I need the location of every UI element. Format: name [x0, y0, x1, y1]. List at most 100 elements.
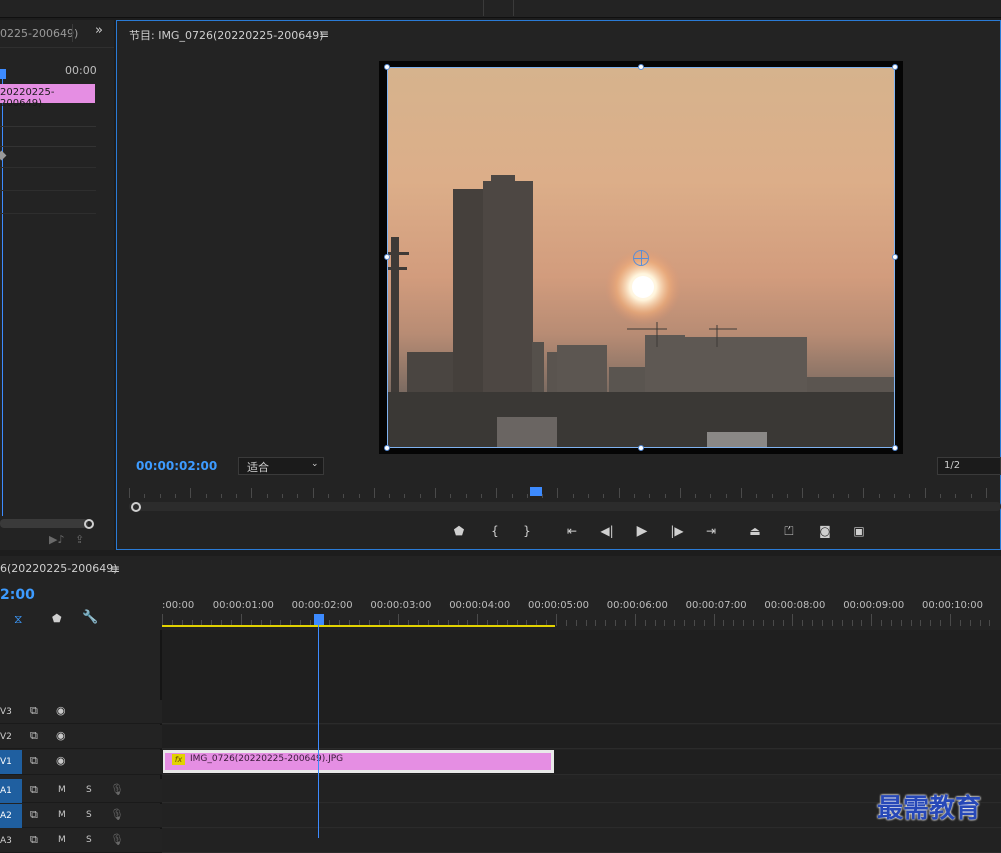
transform-handle-bottom-right[interactable] [892, 445, 898, 451]
fit-select[interactable]: 适合 ⌄ [238, 457, 324, 475]
track-label[interactable]: V3 [0, 700, 22, 724]
program-timecode[interactable]: 00:00:02:00 [136, 459, 217, 473]
wrench-icon[interactable]: 🔧 [82, 610, 98, 625]
track-row-v3[interactable] [162, 700, 1001, 724]
track-row-a2[interactable] [162, 804, 1001, 828]
track-header-v2[interactable]: V2 ⧉ ◉ [0, 725, 162, 749]
eye-icon[interactable]: ◉ [56, 754, 66, 767]
add-marker-icon[interactable]: ⬟ [52, 612, 62, 625]
add-marker-icon[interactable]: ⬟ [448, 522, 470, 540]
workspace-bar [0, 0, 1001, 18]
sync-lock-icon[interactable]: ⧉ [30, 783, 38, 797]
step-forward-icon[interactable]: |▶ [666, 522, 688, 540]
menu-icon[interactable]: ≡ [110, 562, 120, 576]
work-area-bar[interactable] [162, 625, 555, 627]
track-label[interactable]: A1 [0, 779, 22, 803]
track-label[interactable]: A2 [0, 804, 22, 828]
program-ruler-tick [190, 488, 192, 498]
transform-handle-right[interactable] [892, 254, 898, 260]
track-header-a3[interactable]: A3 ⧉ M S 🎙 [0, 829, 162, 853]
mute-button[interactable]: M [58, 785, 66, 795]
solo-button[interactable]: S [86, 835, 92, 845]
solo-button[interactable]: S [86, 785, 92, 795]
mark-out-icon[interactable]: } [516, 522, 538, 540]
program-ruler-tick [373, 488, 375, 498]
sync-lock-icon[interactable]: ⧉ [30, 704, 38, 718]
source-clip-bar[interactable]: 20220225-200649) [0, 84, 95, 109]
program-ruler-subtick [236, 494, 238, 498]
timeline-ruler-tick [733, 620, 735, 626]
zoom-handle[interactable] [84, 519, 94, 529]
resolution-select[interactable]: 1/2 [937, 457, 1001, 475]
program-ruler-subtick [970, 494, 972, 498]
track-label[interactable]: A3 [0, 829, 22, 853]
divider [483, 0, 484, 16]
track-header-a2[interactable]: A2 ⧉ M S 🎙 [0, 804, 162, 828]
sync-lock-icon[interactable]: ⧉ [30, 729, 38, 743]
track-header-v1[interactable]: V1 ⧉ ◉ [0, 750, 162, 775]
zoom-scrollbar[interactable] [0, 519, 88, 528]
panel-overflow-icon[interactable]: » [95, 23, 103, 38]
transform-handle-top-left[interactable] [384, 64, 390, 70]
track-row-v2[interactable] [162, 725, 1001, 749]
microphone-icon[interactable]: 🎙 [110, 833, 124, 846]
track-row-a3[interactable] [162, 829, 1001, 853]
program-zoom-scrollbar[interactable] [129, 502, 1001, 511]
track-header-v3[interactable]: V3 ⧉ ◉ [0, 700, 162, 724]
program-playhead[interactable] [530, 487, 542, 496]
divider [513, 0, 514, 16]
timeline-timecode[interactable]: 2:00 [0, 587, 35, 603]
timeline-ruler-tick [821, 620, 823, 626]
transform-handle-bottom-left[interactable] [384, 445, 390, 451]
export-icon[interactable]: ⇪ [75, 533, 84, 546]
timeline-ruler-tick [841, 620, 843, 626]
filter-audio-icon[interactable]: ▶♪ [49, 533, 64, 546]
sequence-tab-title[interactable]: 6(20220225-200649) [0, 562, 118, 575]
transform-handle-left[interactable] [384, 254, 390, 260]
left-panel-tab-title[interactable]: 0225-200649) [0, 27, 78, 40]
transform-handle-top-right[interactable] [892, 64, 898, 70]
timeline-ruler-tick [930, 620, 932, 626]
track-header-a1[interactable]: A1 ⧉ M S 🎙 [0, 779, 162, 803]
mute-button[interactable]: M [58, 810, 66, 820]
program-ruler-subtick [526, 494, 528, 498]
eye-icon[interactable]: ◉ [56, 704, 66, 717]
camera-icon[interactable]: ◙ [814, 522, 836, 540]
solo-button[interactable]: S [86, 810, 92, 820]
microphone-icon[interactable]: 🎙 [110, 783, 124, 796]
timeline-playhead[interactable] [314, 614, 324, 625]
extract-icon[interactable]: ⏍ [778, 522, 800, 540]
linked-selection-icon[interactable]: ⧖ [14, 612, 22, 627]
fx-badge[interactable]: fx [172, 754, 185, 765]
go-to-out-icon[interactable]: ⇥ [700, 522, 722, 540]
sync-lock-icon[interactable]: ⧉ [30, 754, 38, 768]
mark-in-icon[interactable]: { [484, 522, 506, 540]
timeline-ruler-tick [831, 620, 833, 626]
eye-icon[interactable]: ◉ [56, 729, 66, 742]
go-to-in-icon[interactable]: ⇤ [561, 522, 583, 540]
track-label[interactable]: V2 [0, 725, 22, 749]
timeline-ruler-tick [969, 620, 971, 626]
source-playhead[interactable] [0, 69, 6, 79]
keyframe-divider [0, 190, 96, 191]
timeline-ruler-tick [723, 620, 725, 626]
sync-lock-icon[interactable]: ⧉ [30, 808, 38, 822]
transform-handle-top[interactable] [638, 64, 644, 70]
button-editor-icon[interactable]: ▣ [848, 522, 870, 540]
transform-handle-bottom[interactable] [638, 445, 644, 451]
anchor-point-icon[interactable] [633, 250, 649, 266]
play-icon[interactable]: ▶ [631, 522, 653, 540]
program-monitor-title[interactable]: 节目: IMG_0726(20220225-200649) [129, 27, 324, 43]
timeline-clip[interactable]: fx IMG_0726(20220225-200649).JPG [163, 750, 554, 773]
menu-icon[interactable]: ≡ [319, 27, 329, 41]
program-zoom-handle[interactable] [131, 502, 141, 512]
sync-lock-icon[interactable]: ⧉ [30, 833, 38, 847]
microphone-icon[interactable]: 🎙 [110, 808, 124, 821]
step-back-icon[interactable]: ◀| [596, 522, 618, 540]
track-label[interactable]: V1 [0, 750, 22, 774]
mute-button[interactable]: M [58, 835, 66, 845]
lift-icon[interactable]: ⏏ [744, 522, 766, 540]
program-time-ruler[interactable] [129, 486, 1001, 500]
track-row-a1[interactable] [162, 779, 1001, 803]
timeline-ruler-tick [792, 614, 794, 626]
